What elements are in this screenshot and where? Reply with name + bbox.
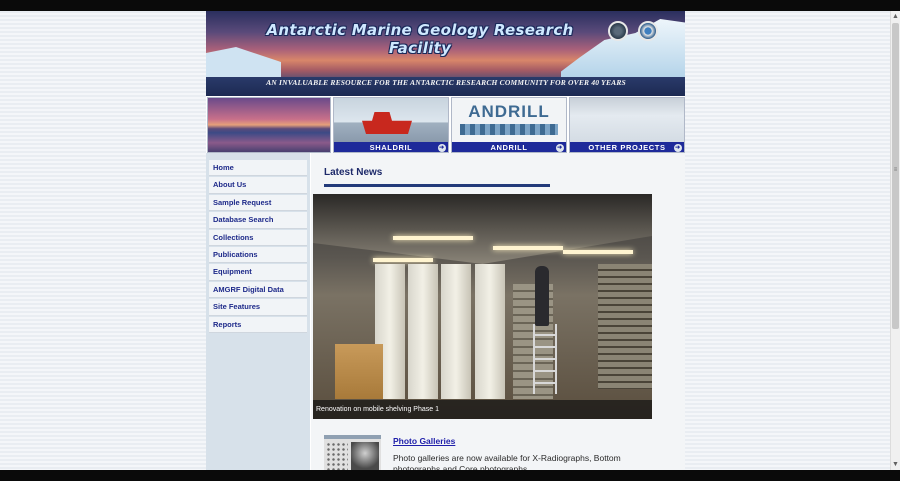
andrill-wave-graphic: [460, 124, 558, 135]
photo-caption: Renovation on mobile shelving Phase 1: [313, 400, 652, 419]
thumbnail-pattern: [326, 442, 348, 470]
project-tiles: SHALDRIL ➜ ANDRILL ANDRILL ➜ OTHER PROJECT…: [206, 97, 685, 153]
tile-antarctic-sunset: [207, 97, 331, 153]
nav-item-reports[interactable]: Reports: [209, 316, 307, 333]
tile-label-shaldril: SHALDRIL ➜: [334, 142, 448, 152]
shelving-unit: [408, 264, 438, 399]
nav-item-publications[interactable]: Publications: [209, 246, 307, 264]
arrow-right-icon: ➜: [438, 144, 446, 152]
sunset-image: [208, 98, 330, 152]
gallery-thumbnail[interactable]: [324, 435, 381, 470]
worker-figure: [535, 266, 549, 326]
tile-label-text: OTHER PROJECTS: [588, 143, 666, 152]
tile-shaldril[interactable]: SHALDRIL ➜: [333, 97, 449, 153]
shelving-unit: [441, 264, 471, 399]
seal-icon: [608, 21, 628, 41]
nav-item-database-search[interactable]: Database Search: [209, 212, 307, 229]
ladder: [533, 324, 557, 394]
nav-item-sample-request[interactable]: Sample Request: [209, 194, 307, 212]
arrow-right-icon: ➜: [556, 144, 564, 152]
ceiling-light: [373, 258, 433, 262]
main-content: Latest News Renovation on mobile shelvin…: [311, 153, 685, 470]
other-projects-image: [570, 98, 684, 142]
nav-item-collections[interactable]: Collections: [209, 229, 307, 246]
header-banner: Antarctic Marine Geology Research Facili…: [206, 11, 685, 96]
thumbnail-strip: [324, 435, 381, 439]
site-title: Antarctic Marine Geology Research Facili…: [266, 21, 574, 57]
ceiling-light: [393, 236, 473, 240]
ship-icon: [362, 112, 412, 134]
tile-other-projects[interactable]: OTHER PROJECTS ➜: [569, 97, 685, 153]
tile-label-andrill: ANDRILL ➜: [452, 142, 566, 152]
andrill-logo-text: ANDRILL: [468, 102, 550, 121]
cardboard-boxes: [335, 344, 383, 399]
browser-bottom-bar: [0, 470, 900, 481]
shaldril-ship-image: [334, 98, 448, 142]
storage-rack: [598, 264, 652, 389]
scroll-down-arrow-icon[interactable]: ▼: [891, 460, 900, 469]
andrill-logo-image: ANDRILL: [452, 98, 566, 142]
scroll-grip-icon: ≡: [893, 167, 898, 173]
ceiling-light: [563, 250, 633, 254]
page-container: Antarctic Marine Geology Research Facili…: [206, 11, 685, 470]
tile-label-text: SHALDRIL: [369, 143, 413, 152]
nav-item-about-us[interactable]: About Us: [209, 177, 307, 194]
sidebar: Home About Us Sample Request Database Se…: [206, 153, 310, 470]
tile-andrill[interactable]: ANDRILL ANDRILL ➜: [451, 97, 567, 153]
photo-galleries-description: Photo galleries are now available for X-…: [393, 453, 621, 470]
latest-news-heading: Latest News: [324, 167, 383, 178]
nav-item-site-features[interactable]: Site Features: [209, 299, 307, 316]
arrow-right-icon: ➜: [674, 144, 682, 152]
scroll-thumb[interactable]: [892, 23, 899, 329]
browser-top-bar: [0, 0, 900, 11]
news-photo[interactable]: Renovation on mobile shelving Phase 1: [313, 194, 652, 419]
ceiling-light: [493, 246, 563, 250]
nav-item-amgrf-digital-data[interactable]: AMGRF Digital Data: [209, 281, 307, 299]
site-tagline: AN INVALUABLE RESOURCE FOR THE ANTARCTIC…: [266, 78, 626, 87]
tile-label-text: ANDRILL: [490, 143, 528, 152]
vertical-scrollbar[interactable]: ▲ ≡ ▼: [890, 11, 900, 470]
scroll-up-arrow-icon[interactable]: ▲: [891, 12, 900, 21]
tile-label-other-projects: OTHER PROJECTS ➜: [570, 142, 684, 152]
heading-underline: [324, 184, 550, 187]
sidebar-nav: Home About Us Sample Request Database Se…: [209, 160, 307, 334]
nsf-logo-icon: [638, 21, 658, 41]
shelving-unit: [475, 264, 505, 399]
nav-item-home[interactable]: Home: [209, 160, 307, 177]
nav-item-equipment[interactable]: Equipment: [209, 264, 307, 281]
photo-galleries-link[interactable]: Photo Galleries: [393, 436, 455, 446]
thumbnail-xray: [351, 442, 379, 470]
